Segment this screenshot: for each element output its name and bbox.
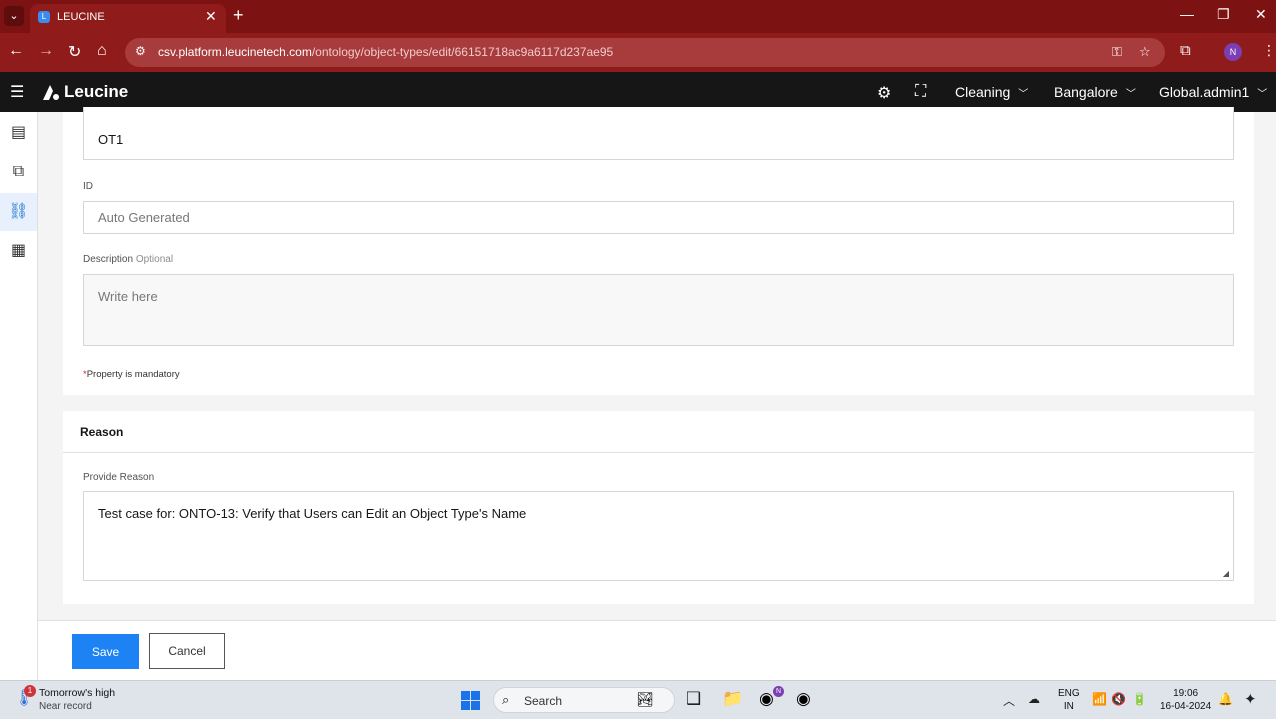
browser-tab[interactable]: L LEUCINE ✕ <box>30 4 226 33</box>
mandatory-note: *Property is mandatory <box>83 369 180 380</box>
user-dropdown[interactable]: Global.admin1 ﹀ <box>1159 84 1267 100</box>
volume-muted-icon[interactable]: 🔇 <box>1111 692 1126 706</box>
profile-avatar[interactable]: N <box>1224 43 1242 61</box>
show-hidden-icons-chevron-icon[interactable]: ︿ <box>1003 692 1015 709</box>
reload-icon[interactable]: ↻ <box>68 42 81 62</box>
chevron-down-icon: ﹀ <box>1257 89 1268 100</box>
reason-header: Reason <box>63 411 1254 453</box>
weather-line2[interactable]: Near record <box>39 701 92 712</box>
hamburger-menu-icon[interactable]: ☰ <box>10 82 24 102</box>
notification-bell-icon[interactable]: 🔔 <box>1218 692 1233 706</box>
ontology-hierarchy-icon[interactable]: ⛓ <box>0 193 37 231</box>
chrome-icon-2[interactable]: ◉ <box>796 689 811 709</box>
forward-arrow-icon[interactable]: → <box>38 42 54 60</box>
window-close-icon[interactable]: ✕ <box>1255 6 1267 23</box>
leucine-logo-icon <box>43 85 59 100</box>
weather-line1[interactable]: Tomorrow's high <box>39 687 115 699</box>
copilot-icon[interactable]: ✦ <box>1244 690 1257 708</box>
bookmark-star-icon[interactable]: ☆ <box>1139 44 1151 60</box>
description-label: Description Optional <box>83 254 174 265</box>
back-arrow-icon[interactable]: ← <box>8 42 24 60</box>
password-key-icon[interactable]: ⚿ <box>1112 44 1122 60</box>
chevron-down-icon: ﹀ <box>1018 89 1029 100</box>
file-explorer-icon[interactable]: 📁 <box>722 689 743 709</box>
app-logo-text: Leucine <box>64 82 129 101</box>
site-info-icon[interactable]: ⚙ <box>135 44 146 58</box>
tab-title: LEUCINE <box>57 11 105 23</box>
resize-handle-icon[interactable]: ◢ <box>1223 569 1229 578</box>
provide-reason-label: Provide Reason <box>83 472 155 483</box>
battery-icon[interactable]: 🔋 <box>1132 692 1147 706</box>
id-input[interactable]: Auto Generated <box>83 201 1234 234</box>
form-footer: Save Cancel <box>38 620 1276 680</box>
tab-close-icon[interactable]: ✕ <box>205 8 217 25</box>
reason-textarea[interactable]: Test case for: ONTO-13: Verify that User… <box>83 491 1234 581</box>
cancel-button[interactable]: Cancel <box>149 633 225 669</box>
address-bar[interactable]: ⚙ csv.platform.leucinetech.com/ontology/… <box>125 38 1165 67</box>
name-input[interactable]: OT1 <box>83 107 1234 160</box>
left-nav-rail: ▤ ⧉ ⛓ ▦ <box>0 112 38 680</box>
clock[interactable]: 19:06 16-04-2024 <box>1160 687 1211 713</box>
id-label: ID <box>83 181 93 192</box>
search-highlight-icon: 🏞 <box>636 691 654 707</box>
site-dropdown[interactable]: Bangalore ﹀ <box>1054 84 1136 100</box>
new-tab-plus-icon[interactable]: + <box>233 5 244 26</box>
facility-dropdown[interactable]: Cleaning ﹀ <box>955 84 1028 100</box>
onedrive-icon[interactable]: ☁ <box>1028 692 1040 706</box>
save-button[interactable]: Save <box>72 634 139 669</box>
weather-badge: 1 <box>24 685 36 697</box>
settings-gear-icon[interactable]: ⚙ <box>877 83 891 103</box>
browser-menu-icon[interactable]: ⋮ <box>1262 42 1276 59</box>
language-indicator[interactable]: ENG IN <box>1058 687 1080 713</box>
scan-icon[interactable]: ⛶ <box>915 83 926 101</box>
app-header: ☰ Leucine ⚙ ⛶ Cleaning ﹀ Bangalore ﹀ Globa… <box>0 72 1276 112</box>
restore-icon[interactable]: ❐ <box>1217 6 1230 23</box>
reason-card: Reason Provide Reason Test case for: ONT… <box>63 411 1254 604</box>
chevron-down-icon: ﹀ <box>1125 89 1136 100</box>
object-type-form-card: OT1 ID Auto Generated Description Option… <box>63 107 1254 395</box>
browser-toolbar: ← → ↻ ⌂ ⚙ csv.platform.leucinetech.com/o… <box>0 33 1276 72</box>
extensions-icon[interactable]: ⧉ <box>1180 42 1191 59</box>
url-text[interactable]: csv.platform.leucinetech.com/ontology/ob… <box>158 45 613 59</box>
home-icon[interactable]: ⌂ <box>97 42 107 60</box>
checklist-icon[interactable]: ▤ <box>0 114 37 152</box>
calculator-icon[interactable]: ▦ <box>0 232 37 270</box>
chrome-icon[interactable]: ◉ <box>759 689 774 709</box>
browser-tab-bar: ⌄ L LEUCINE ✕ + — ❐ ✕ <box>0 0 1276 33</box>
minimize-icon[interactable]: — <box>1180 6 1194 22</box>
os-taskbar: 🌡 1 Tomorrow's high Near record ⌕ Search… <box>0 680 1276 719</box>
windows-start-icon[interactable] <box>461 691 480 710</box>
search-icon: ⌕ <box>502 692 510 707</box>
reason-title: Reason <box>80 425 124 439</box>
leucine-favicon-icon: L <box>38 11 50 23</box>
taskbar-search[interactable]: ⌕ Search 🏞 <box>493 687 675 713</box>
tab-search-chevron-icon[interactable]: ⌄ <box>4 6 24 26</box>
process-flow-icon[interactable]: ⧉ <box>0 153 37 191</box>
chrome-profile-badge: N <box>773 686 784 697</box>
wifi-icon[interactable]: 📶 <box>1092 692 1107 706</box>
description-textarea[interactable]: Write here <box>83 274 1234 346</box>
task-view-icon[interactable]: ❑ <box>686 689 701 709</box>
